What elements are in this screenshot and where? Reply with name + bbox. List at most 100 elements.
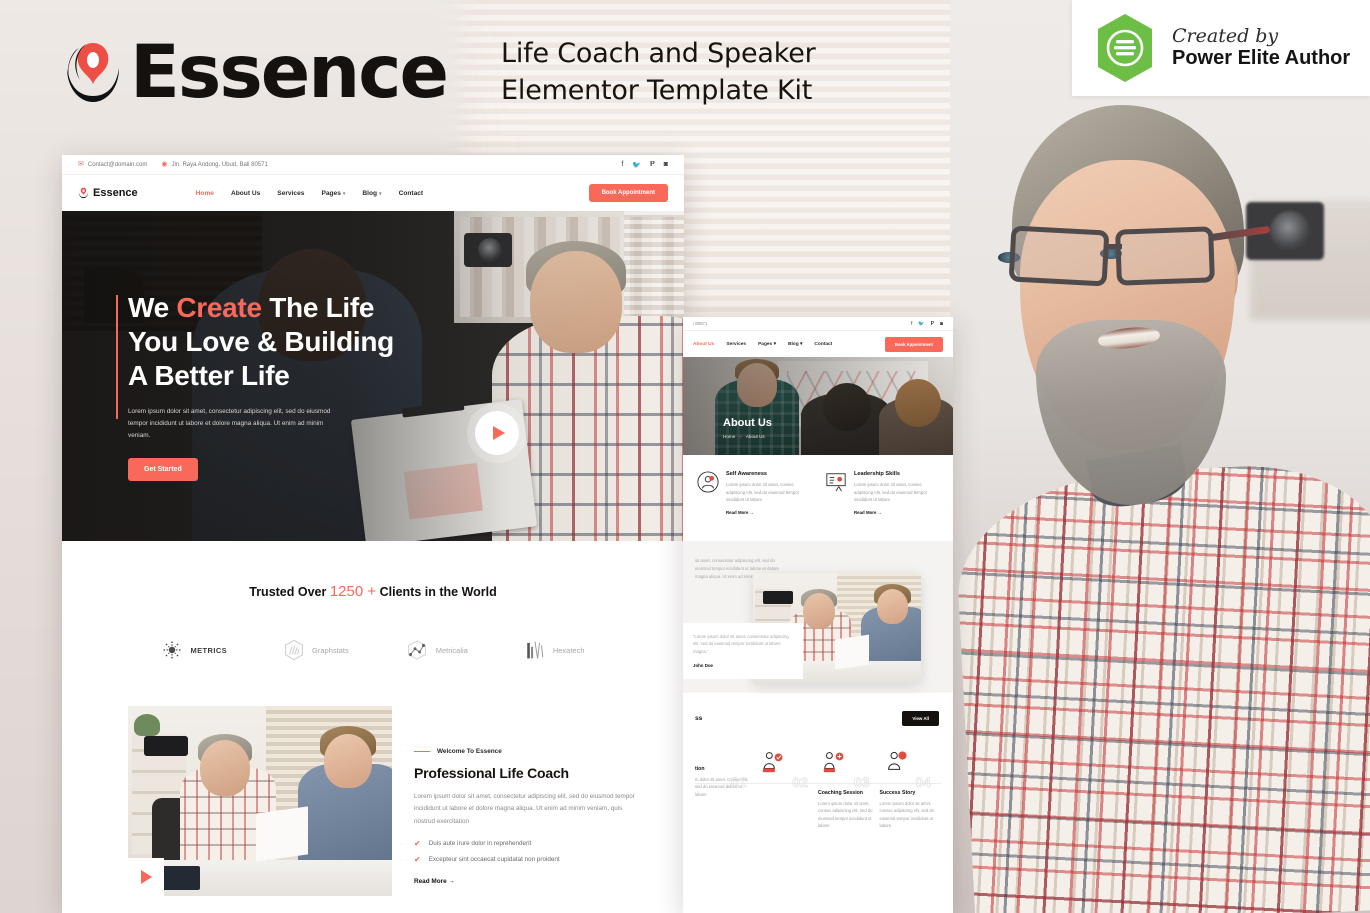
about-checklist-item: ✔ Duis aute irure dolor in reprehenderit	[414, 838, 644, 848]
home-page-mockup[interactable]: ✉ Contact@domain.com ◉ Jln. Raya Andong,…	[62, 155, 684, 913]
coach-portrait-photo	[950, 0, 1370, 913]
about-hero-content: About Us Home » About Us	[723, 417, 772, 439]
about-kicker: Welcome To Essence	[414, 748, 644, 755]
about-topbar-social-links[interactable]: f 🐦 𝐏 ◙	[911, 321, 943, 327]
hero-line2: You Love & Building	[128, 326, 394, 358]
consultation-icon	[761, 750, 785, 774]
client-name-graphstats: Graphstats	[312, 645, 349, 655]
about-site-navbar: About Us Services Pages ▾ Blog ▾ Contact…	[683, 331, 953, 357]
process-step-number: 02	[792, 773, 808, 790]
about-checklist-item: ✔ Excepteur sint occaecat cupidatat non …	[414, 855, 644, 864]
process-step-02: 02	[756, 750, 818, 830]
envato-power-elite-hexagon-icon	[1094, 13, 1156, 83]
about-kicker-text: Welcome To Essence	[437, 748, 502, 755]
kicker-dash-icon	[414, 750, 430, 753]
book-appointment-button[interactable]: Book Appointment	[588, 184, 668, 202]
nav-item-pages[interactable]: Pages ▾	[758, 342, 776, 347]
hero-line1-accent: Create	[176, 292, 262, 323]
nav-item-contact[interactable]: Contact	[399, 190, 424, 197]
portrait-lens-left	[1008, 225, 1110, 287]
hero-line1-a: We	[128, 292, 177, 323]
nav-item-contact[interactable]: Contact	[814, 342, 832, 347]
client-name-metrics: METRICS	[190, 645, 228, 655]
process-step-text: Lorem ipsum dolor sit amet, consec adipi…	[879, 800, 934, 829]
about-laptop	[256, 806, 308, 862]
about-read-more-link[interactable]: Read More →	[414, 878, 644, 885]
power-elite-author-badge: Created by Power Elite Author	[1072, 0, 1370, 96]
process-connector-line	[879, 782, 941, 784]
trusted-count: 1250 +	[329, 583, 377, 600]
topbar-social-links[interactable]: f 🐦 𝐏 ◙	[621, 161, 668, 169]
facebook-icon[interactable]: f	[911, 321, 912, 327]
hero-accent-bar	[116, 295, 118, 419]
pinterest-icon[interactable]: 𝐏	[931, 321, 934, 327]
about-features-row: Self Awareness Lorem ipsum dolor sit ame…	[683, 455, 953, 515]
book-appointment-button[interactable]: Book Appointment	[884, 336, 943, 352]
essence-flame-logo-icon	[62, 40, 124, 106]
hero-line1-b: The Life	[261, 292, 375, 323]
feature-read-more-link[interactable]: Read More →	[726, 510, 811, 515]
chevron-down-icon: ▾	[773, 341, 776, 347]
about-paragraph: Lorem ipsum dolor sit amet, consectetur …	[414, 793, 635, 825]
navbar-logo[interactable]: Essence	[78, 187, 138, 199]
get-started-button[interactable]: Get Started	[128, 458, 198, 481]
instagram-icon[interactable]: ◙	[664, 161, 668, 169]
nav-item-about-us[interactable]: About Us	[231, 190, 260, 197]
map-pin-icon: ◉	[161, 161, 168, 168]
hero-section: We Create The Life You Love & Building A…	[62, 211, 684, 541]
portrait-eyeglasses	[1004, 225, 1271, 290]
kit-headline: Essence Life Coach and Speaker Elementor…	[62, 36, 816, 109]
nav-item-about-us[interactable]: About Us	[693, 342, 714, 347]
nav-item-pages[interactable]: Pages ▾	[321, 190, 345, 197]
twitter-icon[interactable]: 🐦	[632, 161, 641, 169]
nav-item-home[interactable]: Home	[196, 190, 214, 197]
navbar-links: Home About Us Services Pages ▾ Blog ▾ Cont…	[196, 190, 423, 197]
view-all-button[interactable]: View All	[902, 710, 939, 726]
process-step-01: 01 tion m dolor sit amet, consec elit, s…	[695, 750, 757, 830]
about-client-head	[324, 734, 372, 788]
chevron-down-icon: ▾	[342, 190, 346, 197]
process-step-number: 01	[730, 773, 747, 790]
instagram-icon[interactable]: ◙	[940, 321, 943, 327]
process-step-title: Success Story	[879, 789, 916, 796]
about-hero-overlay-scrim	[683, 357, 953, 455]
process-step-title: tion	[695, 765, 705, 772]
breadcrumb-home[interactable]: Home	[723, 434, 735, 439]
client-name-hexatech: Hexatech	[552, 645, 585, 655]
process-step-title: Coaching Session	[818, 789, 863, 796]
about-checklist-text: Excepteur sint occaecat cupidatat non pr…	[428, 856, 560, 864]
author-level-label: Power Elite Author	[1172, 47, 1351, 70]
pinterest-icon[interactable]: 𝐏	[650, 161, 655, 169]
mid-photo-laptop	[835, 634, 869, 669]
check-mark-icon: ✔	[414, 838, 421, 848]
twitter-icon[interactable]: 🐦	[918, 321, 924, 327]
mid-photo-projector	[763, 590, 793, 604]
kit-tagline: Life Coach and Speaker Elementor Templat…	[501, 38, 816, 106]
nav-item-services[interactable]: Services	[726, 342, 746, 347]
navbar-logo-text: Essence	[93, 187, 138, 199]
self-awareness-person-circle-icon	[697, 471, 719, 493]
mid-photo-coach-head	[803, 592, 835, 629]
play-button-icon[interactable]	[475, 411, 519, 455]
portrait-lens-right	[1115, 226, 1215, 286]
envelope-icon: ✉	[78, 161, 84, 168]
nav-item-blog[interactable]: Blog ▾	[362, 190, 381, 197]
feature-read-more-link[interactable]: Read More →	[854, 510, 939, 515]
mid-photo-client-head	[877, 588, 908, 624]
feature-card-self-awareness: Self Awareness Lorem ipsum dolor sit ame…	[697, 471, 811, 515]
welcome-about-section: Welcome To Essence Professional Life Coa…	[62, 706, 684, 913]
coaching-session-icon	[822, 750, 846, 774]
about-checklist: ✔ Duis aute irure dolor in reprehenderit…	[414, 838, 644, 864]
site-navbar: Essence Home About Us Services Pages ▾ Bl…	[62, 175, 684, 211]
facebook-icon[interactable]: f	[621, 161, 623, 169]
play-button-icon[interactable]	[128, 858, 164, 896]
metricalia-node-graph-logo-icon	[405, 639, 429, 661]
nav-item-services[interactable]: Services	[277, 190, 304, 197]
nav-item-blog[interactable]: Blog ▾	[788, 342, 802, 347]
about-page-mockup[interactable]: i 80571 f 🐦 𝐏 ◙ About Us Services Pages …	[683, 317, 953, 913]
feature-card-leadership-skills: Leadership Skills Lorem ipsum dolor sit …	[825, 471, 939, 515]
client-logo-metricalia: Metricalia	[405, 639, 468, 661]
topbar-email[interactable]: ✉ Contact@domain.com	[78, 161, 147, 168]
graphstats-hexagon-logo-icon	[283, 638, 305, 662]
trusted-clients-section: Trusted Over 1250 + Clients in the World	[62, 541, 684, 662]
